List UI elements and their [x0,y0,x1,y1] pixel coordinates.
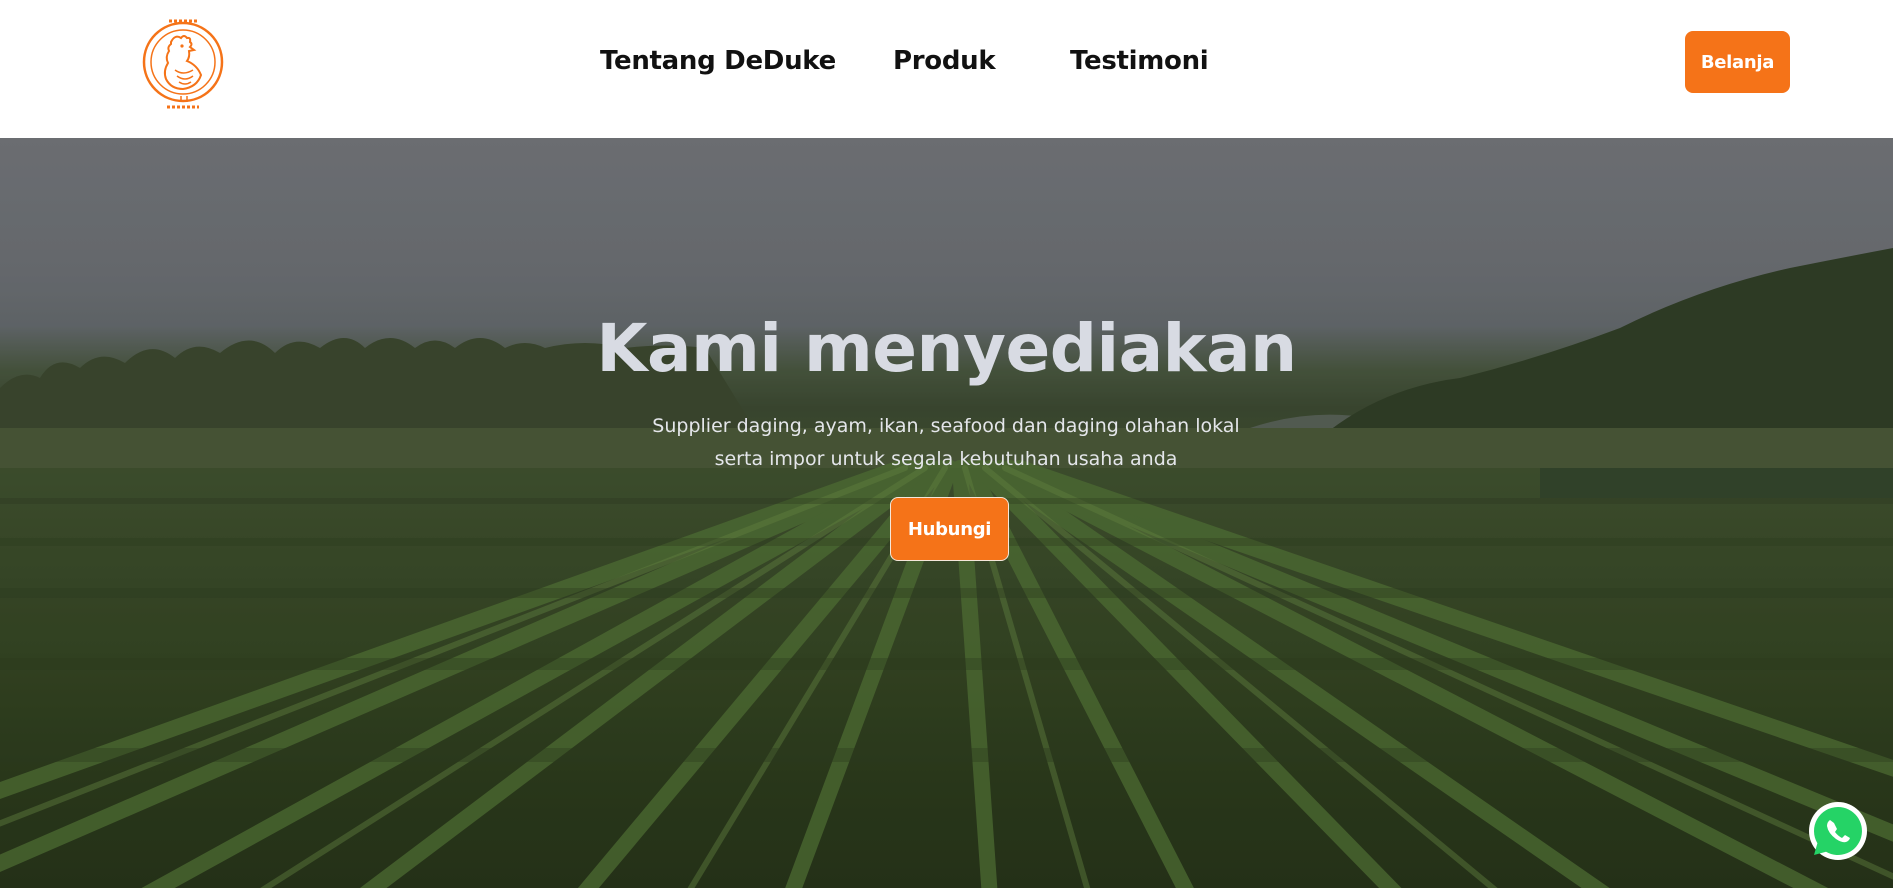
hero-section: Kami menyediakan Supplier daging, ayam, … [0,138,1893,888]
hero-title: Kami menyediakan [596,310,1297,387]
nav-item-testimoni[interactable]: Testimoni [1070,46,1209,76]
nav-item-tentang-deduke[interactable]: Tentang DeDuke [600,46,836,76]
hero-subtitle-line-1: Supplier daging, ayam, ikan, seafood dan… [652,415,1240,437]
hero-subtitle-line-2: serta impor untuk segala kebutuhan usaha… [714,448,1178,470]
hero-subtitle: Supplier daging, ayam, ikan, seafood dan… [646,410,1246,476]
whatsapp-chat-button[interactable] [1807,800,1869,862]
site-header: Tentang DeDuke Produk Testimoni Belanja [0,0,1893,138]
contact-button[interactable]: Hubungi [890,497,1009,561]
main-nav: Tentang DeDuke Produk Testimoni [0,0,1893,128]
whatsapp-icon [1809,802,1867,860]
shop-button[interactable]: Belanja [1685,31,1790,93]
nav-item-produk[interactable]: Produk [893,46,996,76]
